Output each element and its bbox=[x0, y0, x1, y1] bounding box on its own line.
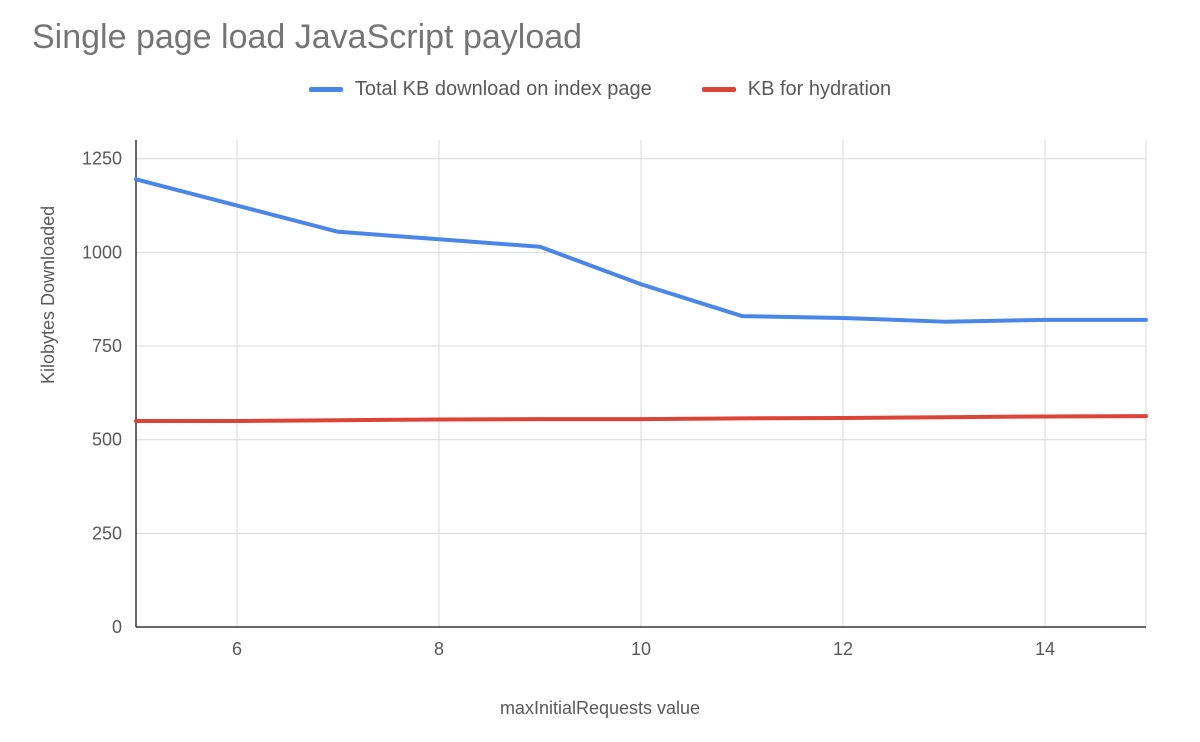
legend-swatch-red bbox=[702, 87, 736, 92]
legend-item-hydration: KB for hydration bbox=[702, 78, 891, 101]
svg-text:14: 14 bbox=[1035, 639, 1055, 659]
line-chart: Single page load JavaScript payload Tota… bbox=[0, 0, 1200, 742]
svg-text:1000: 1000 bbox=[82, 242, 122, 262]
svg-text:10: 10 bbox=[631, 639, 651, 659]
svg-text:12: 12 bbox=[833, 639, 853, 659]
x-axis-title: maxInitialRequests value bbox=[0, 698, 1200, 719]
svg-text:250: 250 bbox=[92, 523, 122, 543]
chart-title: Single page load JavaScript payload bbox=[32, 18, 582, 57]
svg-text:0: 0 bbox=[112, 617, 122, 637]
svg-text:6: 6 bbox=[232, 639, 242, 659]
legend: Total KB download on index page KB for h… bbox=[0, 78, 1200, 101]
legend-label-hydration: KB for hydration bbox=[748, 78, 891, 101]
legend-label-total: Total KB download on index page bbox=[355, 78, 652, 101]
svg-text:500: 500 bbox=[92, 430, 122, 450]
y-axis-title: Kilobytes Downloaded bbox=[38, 206, 59, 384]
plot-svg: 02505007501000125068101214 bbox=[136, 140, 1146, 627]
legend-item-total: Total KB download on index page bbox=[309, 78, 652, 101]
plot-area: 02505007501000125068101214 bbox=[136, 140, 1146, 627]
svg-text:1250: 1250 bbox=[82, 149, 122, 169]
svg-text:8: 8 bbox=[434, 639, 444, 659]
legend-swatch-blue bbox=[309, 87, 343, 92]
svg-text:750: 750 bbox=[92, 336, 122, 356]
